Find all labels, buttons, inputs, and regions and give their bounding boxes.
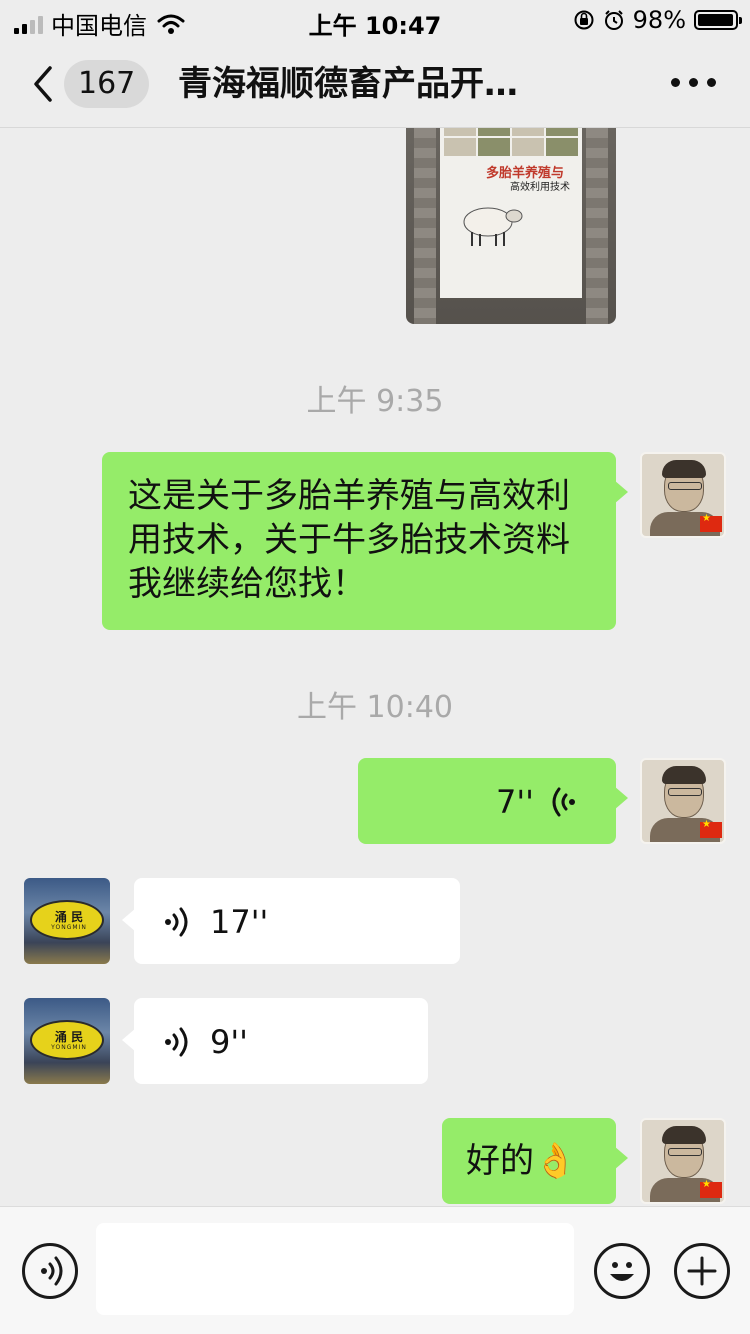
voice-wave-icon	[165, 1027, 188, 1057]
timestamp: 上午 10:40	[297, 690, 453, 725]
plus-icon[interactable]	[674, 1243, 730, 1299]
message-text: 这是关于多胎羊养殖与高效利用技术，关于牛多胎技术资料我继续给您找！	[128, 476, 570, 604]
received-voice-bubble[interactable]: 17''	[122, 878, 460, 964]
yongmin-logo: 涌 民 YONGMIN	[30, 900, 104, 940]
yongmin-logo: 涌 民 YONGMIN	[30, 1020, 104, 1060]
china-flag-icon	[700, 1179, 722, 1198]
battery-icon	[694, 10, 742, 30]
chat-title: 青海福顺德畜产品开…	[178, 64, 518, 104]
sent-text-bubble[interactable]: 这是关于多胎羊养殖与高效利用技术，关于牛多胎技术资料我继续给您找！	[102, 452, 628, 630]
voice-duration: 17''	[210, 903, 269, 941]
message-text: 好的👌	[466, 1141, 577, 1181]
alarm-icon	[604, 10, 623, 30]
china-flag-icon	[700, 513, 722, 532]
orientation-lock-icon	[574, 10, 594, 30]
sheep-icon	[463, 207, 523, 246]
received-voice-bubble[interactable]: 9''	[122, 998, 428, 1084]
book-subtitle: 高效利用技术	[510, 182, 570, 193]
status-bar: 中国电信 上午 10:47 98%	[0, 0, 750, 40]
voice-wave-icon	[552, 787, 575, 817]
nav-bar: 167 青海福顺德畜产品开…	[0, 40, 750, 128]
chat-area[interactable]: 多胎羊养殖与 高效利用技术 上午 9:35 这是关于多胎羊养殖与高效利用技术，关…	[0, 128, 750, 1206]
message-input[interactable]	[96, 1223, 574, 1315]
battery-percent: 98%	[632, 6, 686, 34]
more-dots-icon[interactable]	[671, 78, 716, 87]
china-flag-icon	[700, 819, 722, 838]
sent-text-bubble[interactable]: 好的👌	[442, 1118, 628, 1204]
input-bar	[0, 1206, 750, 1334]
cover-photos	[444, 128, 578, 156]
contact-avatar[interactable]: 涌 民 YONGMIN	[24, 998, 110, 1084]
voice-input-icon[interactable]	[22, 1243, 78, 1299]
voice-duration: 9''	[210, 1023, 248, 1061]
voice-duration: 7''	[496, 783, 534, 821]
status-right: 98%	[573, 6, 742, 34]
voice-wave-icon	[165, 907, 188, 937]
unread-count-badge[interactable]: 167	[64, 60, 150, 108]
my-avatar[interactable]	[640, 452, 726, 538]
timestamp: 上午 9:35	[306, 384, 444, 419]
my-avatar[interactable]	[640, 1118, 726, 1204]
back-chevron-icon[interactable]	[28, 62, 58, 106]
contact-avatar[interactable]: 涌 民 YONGMIN	[24, 878, 110, 964]
sent-voice-bubble[interactable]: 7''	[358, 758, 628, 844]
book-cover-image[interactable]: 多胎羊养殖与 高效利用技术	[406, 128, 616, 324]
my-avatar[interactable]	[640, 758, 726, 844]
emoji-icon[interactable]	[594, 1243, 650, 1299]
